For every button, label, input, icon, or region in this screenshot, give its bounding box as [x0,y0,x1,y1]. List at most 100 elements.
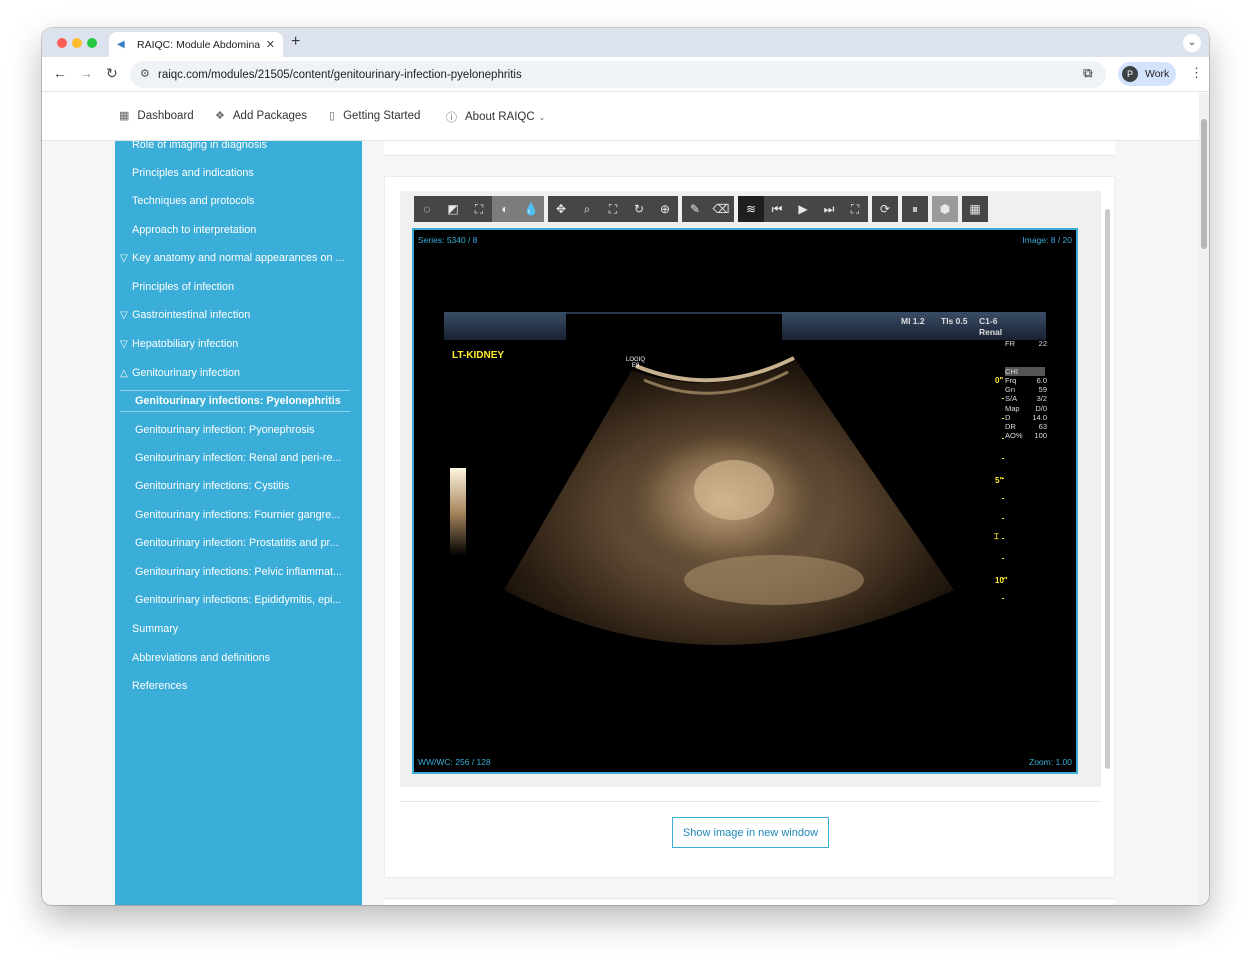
sidebar-item[interactable]: Techniques and protocols [120,190,350,212]
circle-select-icon[interactable]: ◌ [414,196,440,222]
sidebar-item[interactable]: Genitourinary infection: Prostatitis and… [120,532,350,554]
first-frame-icon[interactable]: ⏮ [764,196,790,222]
card-divider [400,801,1101,802]
annotate-icon[interactable]: ✎ [682,196,708,222]
avatar: P [1122,66,1138,82]
side-label: LT-KIDNEY [452,350,505,361]
color-drop-icon[interactable]: 💧 [518,196,544,222]
depth-tick [1002,538,1004,539]
scan-param: D 14.0 [1005,412,1047,422]
module-sidebar: Role of imaging in diagnosis Principles a… [115,139,362,905]
depth-tick [1002,398,1004,399]
sidebar-item[interactable]: Genitourinary infections: Fournier gangr… [120,504,350,526]
browser-toolbar: ← → ↻ ⚙ raiqc.com/modules/21505/content/… [42,57,1209,92]
ultrasound-image[interactable]: Series: 5340 / 8 Image: 8 / 20 WW/WC: 25… [412,228,1078,774]
chi-mode: CHI [1005,367,1045,376]
last-frame-icon[interactable]: ⏭ [816,196,842,222]
series-info: Series: 5340 / 8 [418,235,478,245]
scan-param: DR 63 [1005,422,1047,431]
fullscreen-icon[interactable]: ⛶ [842,196,868,222]
focus-marker-icon: ⌶ [994,532,999,541]
dicom-viewer: ◌ ◩ ⛶ ◐ 💧 ✥ ⌕ ⛶ ↻ ⊕ ✎ ⌫ ≋ ⏮ ▶ ⏭ ⛶ ⟳ ⏸ ⬢ … [400,191,1110,787]
nav-add-packages-label: Add Packages [232,109,308,122]
reset-icon[interactable]: ⛶ [466,196,492,222]
preset-name: Renal [979,327,1003,337]
sidebar-item[interactable]: Abbreviations and definitions [120,647,350,669]
minimize-window-button[interactable] [72,38,82,48]
viewer-toolbar: ◌ ◩ ⛶ ◐ 💧 ✥ ⌕ ⛶ ↻ ⊕ ✎ ⌫ ≋ ⏮ ▶ ⏭ ⛶ ⟳ ⏸ ⬢ … [414,196,992,222]
back-icon[interactable]: ← [53,65,67,81]
sidebar-item[interactable]: ▽ Key anatomy and normal appearances on .… [120,247,350,269]
page-scrollbar[interactable] [1199,93,1209,905]
extensions-icon[interactable]: ⧉ [1083,65,1092,81]
sidebar-item-label: Genitourinary infections: Pyelonephritis [135,395,341,407]
fit-icon[interactable]: ⛶ [600,196,626,222]
browser-tab[interactable]: ◀ RAIQC: Module Abdominal an ✕ [109,32,283,57]
cube-icon[interactable]: ⬢ [932,196,958,222]
sidebar-item[interactable]: Approach to interpretation [120,219,350,241]
play-icon[interactable]: ▶ [790,196,816,222]
site-top-nav: ▦ Dashboard ❖ Add Packages ▯ Getting Sta… [42,93,1199,141]
sidebar-item[interactable]: △ Genitourinary infection [120,362,350,384]
image-index: Image: 8 / 20 [1022,235,1072,245]
page-scrollbar-thumb[interactable] [1201,119,1207,249]
nav-getting-started[interactable]: ▯ Getting Started [329,109,420,123]
sidebar-item[interactable]: Genitourinary infections: Epididymitis, … [120,589,350,611]
crosshair-icon[interactable]: ⊕ [652,196,678,222]
sidebar-item[interactable]: Genitourinary infection: Renal and peri-… [120,447,350,469]
sidebar-item[interactable]: Genitourinary infections: Pelvic inflamm… [120,561,350,583]
layout-grid-icon[interactable]: ▦ [962,196,988,222]
tis-value: TIs 0.5 [941,316,968,326]
depth-tick [1002,478,1004,479]
url-text: raiqc.com/modules/21505/content/genitour… [158,68,522,81]
zoom-icon[interactable]: ⌕ [574,196,600,222]
nav-dashboard-label: Dashboard [137,109,194,122]
reload-icon[interactable]: ↻ [106,65,118,82]
sidebar-item[interactable]: ▽ Gastrointestinal infection [120,304,350,326]
viewer-scrollbar[interactable] [1105,209,1110,769]
pause-icon[interactable]: ⏸ [902,196,928,222]
sidebar-item[interactable]: Genitourinary infections: Cystitis [120,475,350,497]
info-icon: ⓘ [446,112,457,124]
sidebar-item[interactable]: References [120,675,350,697]
maximize-window-button[interactable] [87,38,97,48]
sidebar-item[interactable]: Principles of infection [120,276,350,298]
refresh-icon[interactable]: ⟳ [872,196,898,222]
invert-icon[interactable]: ◩ [440,196,466,222]
depth-tick [1002,558,1004,559]
depth-tick [1002,458,1004,459]
nav-about[interactable]: ⓘ About RAIQC ⌄ [446,109,553,125]
new-tab-icon[interactable]: + [291,33,300,51]
profile-button[interactable]: P Work [1118,62,1176,86]
contrast-icon[interactable]: ◐ [492,196,518,222]
depth-tick [1002,598,1004,599]
sidebar-item[interactable]: Principles and indications [120,162,350,184]
close-tab-icon[interactable]: ✕ [266,38,275,51]
scan-param: S/A 3/2 [1005,394,1047,404]
chevron-down-icon: ⌄ [538,112,546,122]
tab-search-icon[interactable]: ⌄ [1183,34,1201,52]
show-image-new-window-button[interactable]: Show image in new window [672,817,829,848]
sidebar-item-label: References [132,680,188,692]
site-info-icon[interactable]: ⚙ [140,67,150,80]
pan-icon[interactable]: ✥ [548,196,574,222]
address-bar[interactable]: ⚙ raiqc.com/modules/21505/content/genito… [130,61,1106,88]
sidebar-item[interactable]: Summary [120,618,350,640]
browser-menu-icon[interactable]: ⋮ [1190,65,1203,81]
image-card: ◌ ◩ ⛶ ◐ 💧 ✥ ⌕ ⛶ ↻ ⊕ ✎ ⌫ ≋ ⏮ ▶ ⏭ ⛶ ⟳ ⏸ ⬢ … [384,176,1115,878]
scan-param: Map D/0 [1005,403,1047,413]
nav-add-packages[interactable]: ❖ Add Packages [215,109,308,123]
close-window-button[interactable] [57,38,67,48]
sidebar-item[interactable]: Genitourinary infection: Pyonephrosis [120,419,350,441]
rotate-icon[interactable]: ↻ [626,196,652,222]
sidebar-item[interactable]: Genitourinary infections: Pyelonephritis [120,390,350,412]
sidebar-item-label: Genitourinary infection [132,367,241,379]
nav-dashboard[interactable]: ▦ Dashboard [119,109,194,123]
layers-icon[interactable]: ≋ [738,196,764,222]
sidebar-item[interactable]: ▽ Hepatobiliary infection [120,333,350,355]
eraser-icon[interactable]: ⌫ [708,196,734,222]
nav-about-label: About RAIQC [465,111,535,123]
content-card-previous [384,141,1115,156]
scanner-logo: LOGIQ E9 [626,357,646,369]
forward-icon[interactable]: → [79,65,93,81]
